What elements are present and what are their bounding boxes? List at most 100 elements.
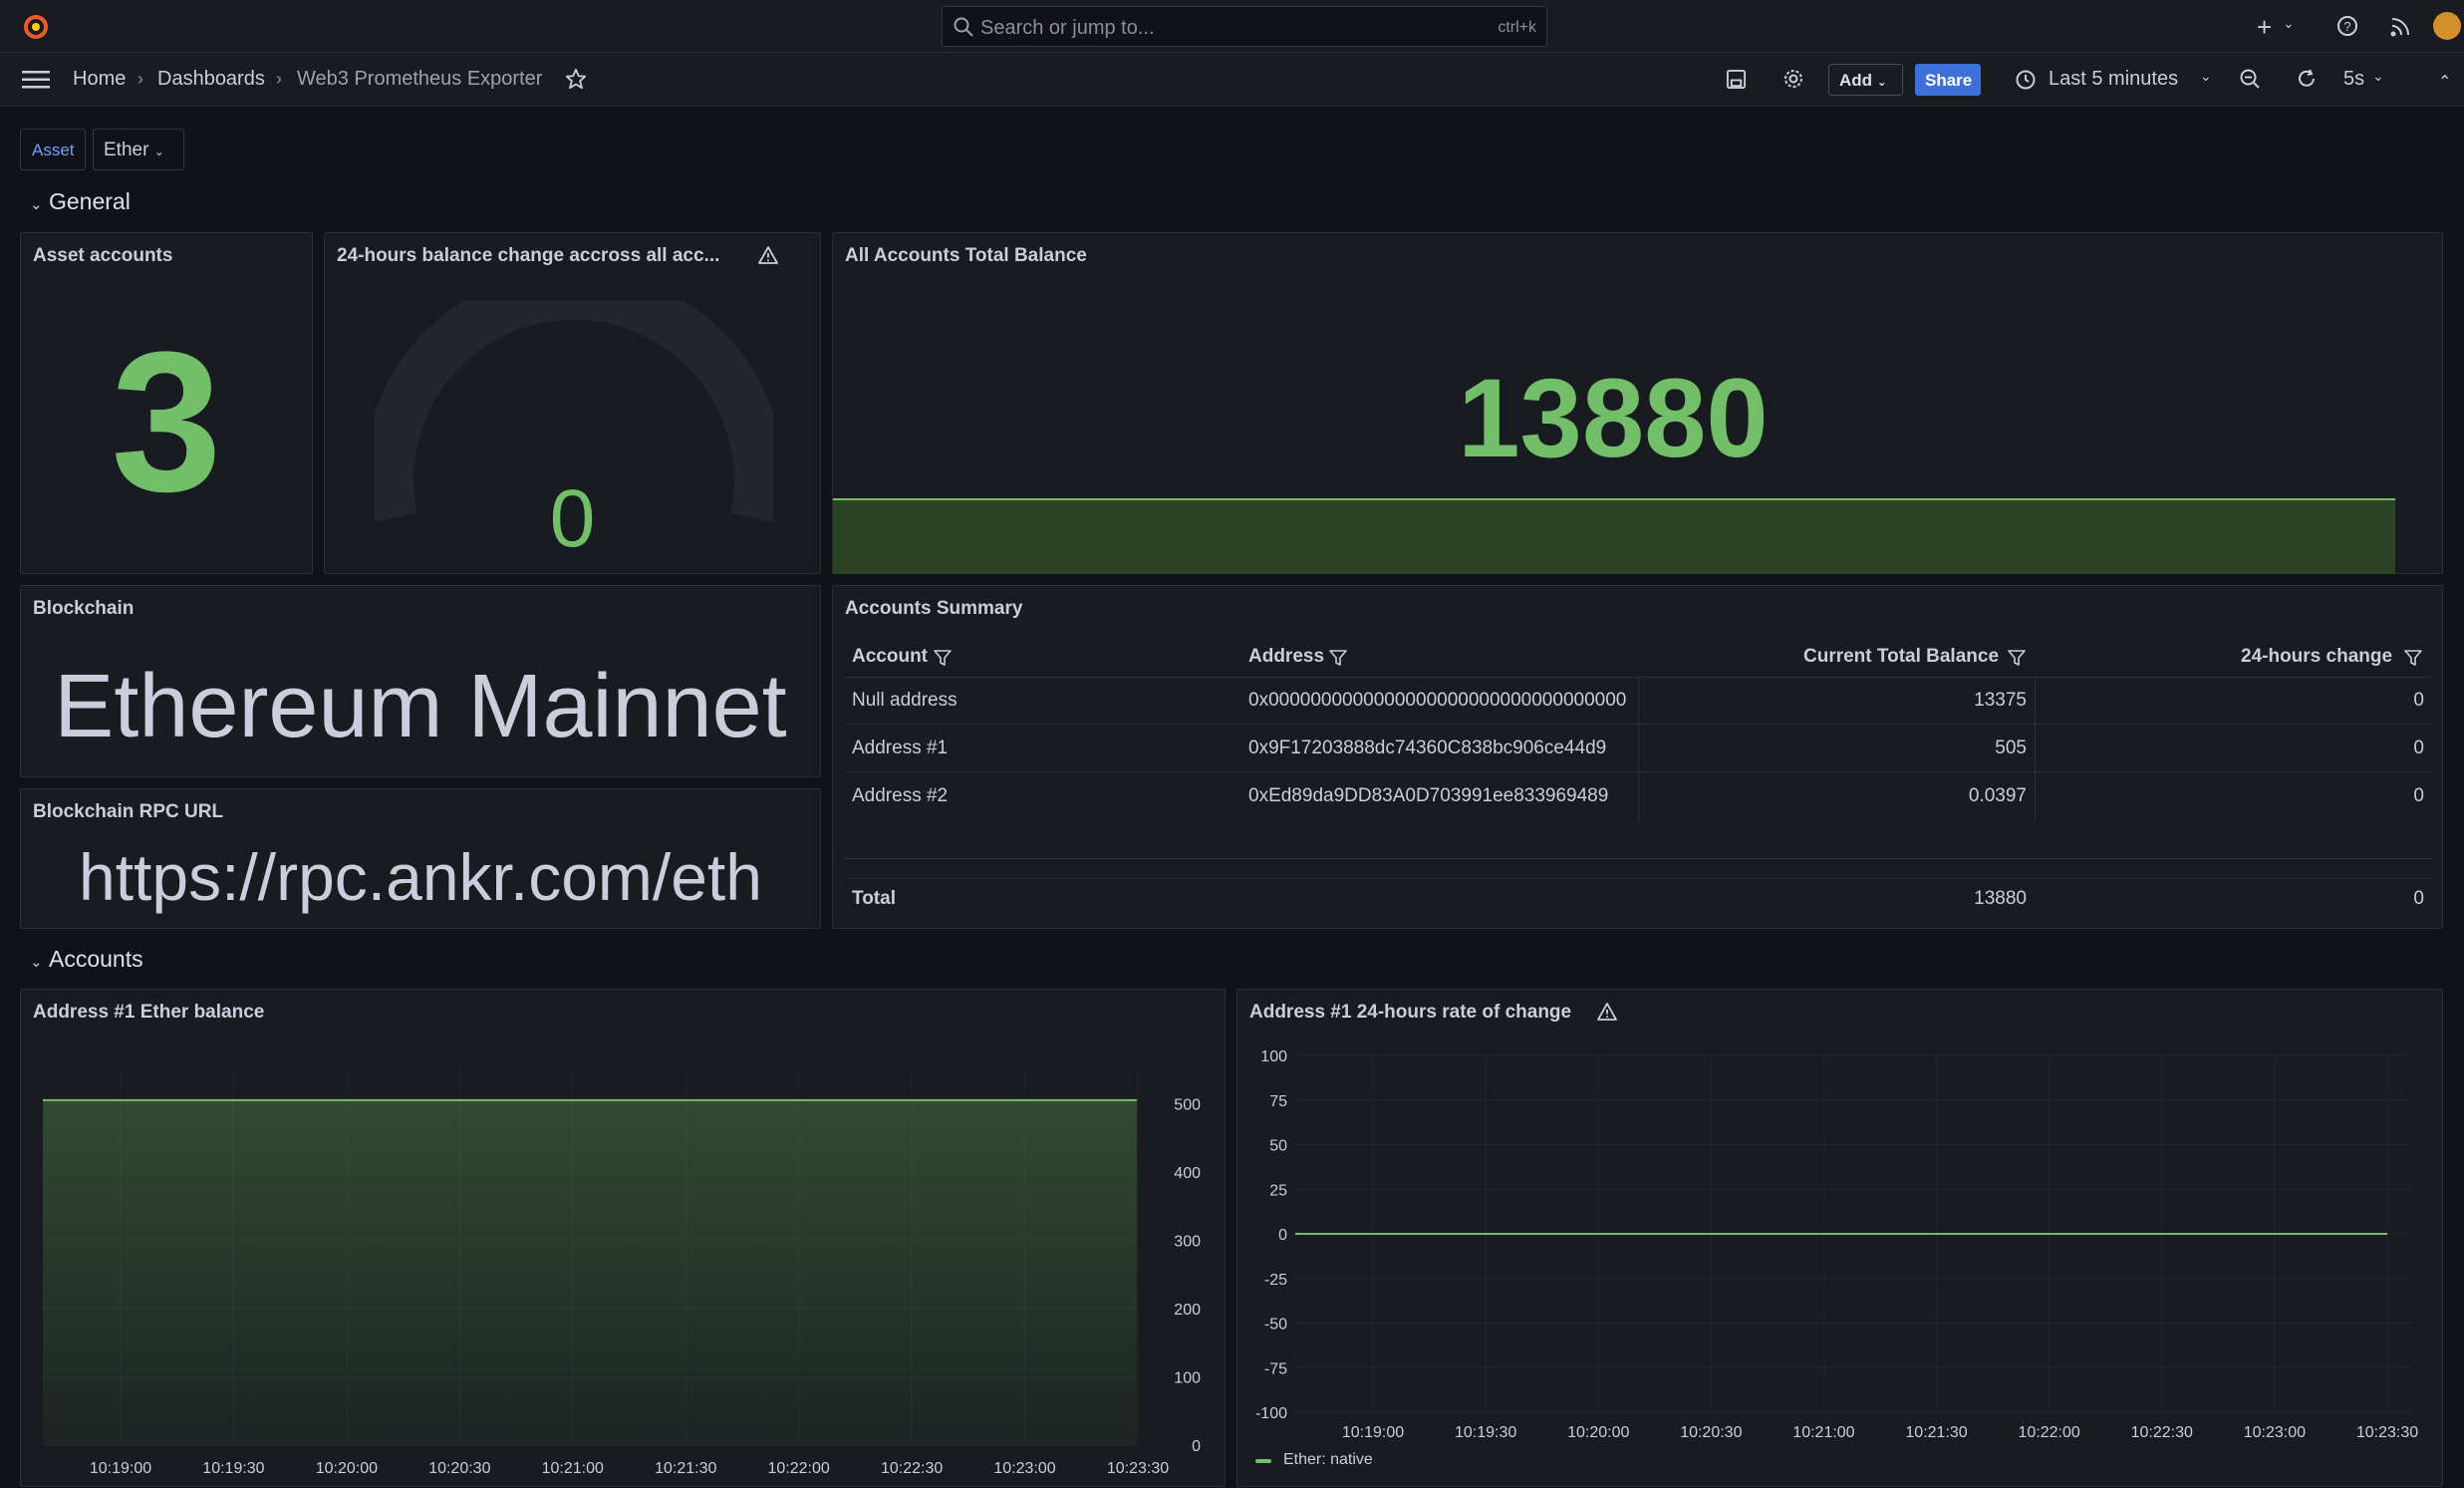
time-range-picker[interactable]: Last 5 minutes ⌄ [2013, 66, 2214, 96]
column-header-current-total-balance[interactable]: Current Total Balance [1803, 646, 1999, 668]
news-feed-icon[interactable] [2389, 16, 2411, 43]
x-tick-label: 10:20:30 [428, 1460, 490, 1477]
svg-text:?: ? [2343, 19, 2350, 34]
y-tick-label: 300 [1174, 1233, 1201, 1250]
chevron-down-icon: ⌄ [2200, 68, 2212, 84]
chevron-down-icon: ⌄ [1876, 75, 1887, 89]
panel-ether-balance: Address #1 Ether balance 500 400 300 200 100… [20, 989, 1226, 1487]
y-tick-label: 100 [1260, 1048, 1287, 1065]
filter-icon[interactable] [2008, 649, 2026, 672]
cell-balance: 13375 [1974, 690, 2027, 711]
user-avatar[interactable] [2433, 12, 2461, 40]
variable-asset-select[interactable]: Ether ⌄ [93, 129, 184, 170]
y-tick-label: 200 [1174, 1302, 1201, 1319]
save-dashboard-icon[interactable] [1726, 69, 1747, 95]
row-title-general[interactable]: General [49, 188, 131, 215]
grafana-logo-icon[interactable] [20, 12, 52, 42]
breadcrumb-current-dashboard: Web3 Prometheus Exporter [297, 68, 543, 90]
y-tick-label: 100 [1174, 1369, 1201, 1386]
x-tick-label: 10:22:00 [768, 1460, 830, 1477]
y-tick-label: 25 [1269, 1182, 1287, 1199]
x-tick-label: 10:21:30 [1905, 1424, 1967, 1441]
panel-total-balance: All Accounts Total Balance 13880 [832, 232, 2443, 574]
x-tick-label: 10:19:00 [1342, 1424, 1404, 1441]
x-tick-label: 10:19:30 [1455, 1424, 1516, 1441]
y-tick-label: 400 [1174, 1165, 1201, 1182]
add-button[interactable]: Add ⌄ [1828, 64, 1903, 96]
cell-account: Address #1 [852, 738, 949, 758]
x-tick-label: 10:22:30 [881, 1460, 943, 1477]
x-tick-label: 10:20:30 [1680, 1424, 1742, 1441]
table-footer-divider [844, 858, 2432, 859]
panel-balance-change-gauge: 24-hours balance change accross all acc.… [324, 232, 821, 719]
row-title-accounts[interactable]: Accounts [49, 946, 143, 973]
cell-address: 0x0000000000000000000000000000000000 [1248, 690, 1627, 711]
panel-asset-accounts: Asset accounts 3 [20, 232, 313, 574]
y-tick-label: 0 [1278, 1227, 1287, 1244]
row-collapse-chevron-icon[interactable]: ⌄ [30, 953, 43, 971]
stat-value: 13880 [1458, 356, 1769, 480]
y-tick-label: -50 [1264, 1317, 1287, 1334]
column-resize-divider[interactable] [1638, 678, 1639, 821]
panel-rate-of-change: Address #1 24-hours rate of change 100 75… [1236, 989, 2443, 1487]
gauge-value-display: 0 [549, 473, 596, 564]
search-placeholder: Search or jump to... [980, 17, 1155, 39]
variable-asset-value: Ether [104, 140, 149, 160]
panel-title: 24-hours balance change accross all acc.… [337, 245, 720, 266]
cell-account: Address #2 [852, 785, 949, 806]
column-header-24h-change[interactable]: 24-hours change [2241, 646, 2392, 668]
refresh-icon[interactable] [2296, 68, 2318, 95]
footer-total-change: 0 [2413, 888, 2424, 909]
chevron-down-icon: ⌄ [153, 145, 164, 158]
new-plus-icon[interactable]: + [2257, 12, 2272, 43]
chevron-up-icon[interactable]: ⌃ [2438, 72, 2451, 92]
chevron-down-icon[interactable]: ⌄ [2372, 68, 2384, 85]
add-button-label: Add [1839, 71, 1873, 90]
share-button[interactable]: Share [1915, 64, 1981, 96]
breadcrumb-dashboards[interactable]: Dashboards [157, 68, 265, 91]
stat-text-value: Ethereum Mainnet [54, 657, 787, 756]
dashboard-settings-gear-icon[interactable] [1782, 68, 1804, 95]
cell-address: 0x9F17203888dc74360C838bc906ce44d9 [1248, 738, 1607, 758]
legend-color-swatch [1255, 1459, 1271, 1463]
column-header-address[interactable]: Address [1248, 646, 1324, 668]
panel-title: Blockchain RPC URL [33, 801, 224, 822]
breadcrumb-home[interactable]: Home [73, 68, 126, 91]
stat-text-value: https://rpc.ankr.com/eth [79, 840, 762, 914]
help-icon[interactable]: ? [2336, 15, 2358, 42]
rate-of-change-chart[interactable]: 100 75 50 25 0 -25 -50 -75 -100 10:19:00 10:19:30 1… [1237, 990, 2442, 1486]
legend-label[interactable]: Ether: native [1283, 1451, 1373, 1469]
x-tick-label: 10:20:00 [1567, 1424, 1629, 1441]
x-tick-label: 10:19:00 [90, 1460, 151, 1477]
panel-title: Blockchain [33, 598, 135, 619]
filter-icon[interactable] [1329, 649, 1347, 672]
x-tick-label: 10:19:30 [202, 1460, 264, 1477]
y-tick-label: -25 [1264, 1272, 1287, 1289]
y-tick-label: -75 [1264, 1360, 1287, 1377]
cell-balance: 505 [1995, 738, 2027, 758]
column-resize-divider[interactable] [2035, 678, 2036, 821]
ether-balance-chart[interactable]: 500 400 300 200 100 0 10:19:00 10:19:30 10:20:00… [21, 990, 1225, 1486]
variable-asset-label: Asset [20, 129, 86, 170]
breadcrumb-chevron-icon: › [137, 69, 143, 89]
x-tick-label: 10:22:00 [2019, 1424, 2080, 1441]
footer-total-label: Total [852, 888, 896, 909]
new-chevron-down-icon[interactable]: ⌄ [2283, 15, 2295, 32]
x-tick-label: 10:20:00 [316, 1460, 378, 1477]
x-tick-label: 10:22:30 [2131, 1424, 2193, 1441]
filter-icon[interactable] [2404, 649, 2422, 672]
search-bar[interactable]: Search or jump to... ctrl+k [942, 6, 1547, 47]
column-header-account[interactable]: Account [852, 646, 928, 668]
search-icon [953, 16, 974, 43]
zoom-out-icon[interactable] [2239, 68, 2261, 95]
menu-icon[interactable] [22, 70, 50, 95]
warning-icon[interactable] [757, 245, 779, 270]
time-range-label: Last 5 minutes [2049, 68, 2179, 90]
refresh-interval-picker[interactable]: 5s [2343, 68, 2364, 91]
star-icon[interactable] [565, 68, 587, 95]
filter-icon[interactable] [934, 649, 952, 672]
x-tick-label: 10:21:00 [542, 1460, 604, 1477]
clock-icon [2015, 69, 2037, 96]
x-tick-label: 10:23:00 [993, 1460, 1055, 1477]
row-collapse-chevron-icon[interactable]: ⌄ [30, 195, 43, 213]
